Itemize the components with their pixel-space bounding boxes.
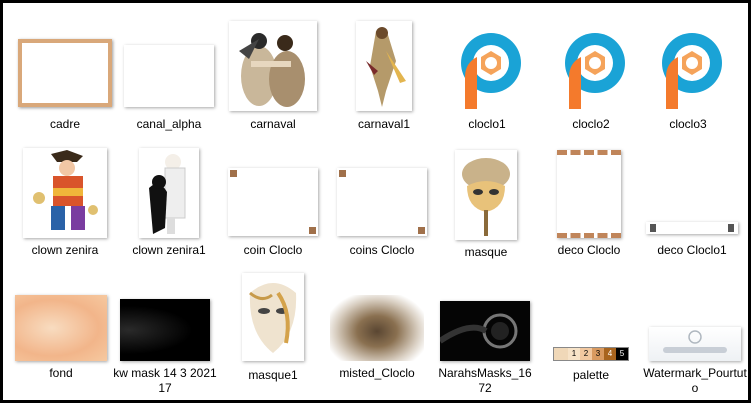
clown-cat-thumbnail [139,148,199,238]
file-thumbnail [643,271,747,361]
palette-picker-icon [554,348,568,360]
file-thumbnail [325,271,429,361]
file-thumbnail [13,17,117,111]
palette-swatch: 2 [580,348,592,360]
file-thumbnail [9,271,113,361]
mask-dark-thumbnail [120,299,210,361]
file-thumbnail [433,271,537,361]
palette-swatch: 3 [592,348,604,360]
file-thumbnail [221,144,325,238]
file-thumbnail [13,144,117,238]
file-name: cadre [49,117,81,131]
palette-swatch: 1 [568,348,580,360]
ornament-icon [728,224,734,232]
file-thumbnail [221,17,325,111]
app-logo-icon [662,33,722,109]
color-palette-strip: 1 2 3 4 5 [553,347,629,361]
file-browser-view: cadre canal_alpha carnaval carnaval1 clo… [3,3,748,400]
mask-image-thumbnail [242,273,304,361]
file-name: misted_Cloclo [339,366,415,380]
corner-ornament-icon [309,227,316,234]
file-name: palette [572,368,610,382]
file-thumbnail [434,144,538,240]
mask-image-thumbnail [455,150,517,240]
file-thumbnail [537,144,641,238]
corner-deco-thumbnail [337,168,427,236]
file-name: cloclo1 [468,117,506,131]
gradient-background-thumbnail [15,295,107,361]
file-thumbnail [636,17,740,111]
blank-thumbnail [124,45,214,107]
file-name: deco Cloclo [557,243,621,257]
file-thumbnail [117,144,221,238]
file-thumbnail [330,144,434,238]
file-name: fond [49,366,73,380]
file-name: Watermark_Pourtuto [643,366,747,395]
app-logo-icon [565,33,625,109]
frame-thumbnail [18,39,112,107]
file-name: NarahsMasks_1672 [438,366,532,395]
border-deco-thumbnail [557,150,621,238]
file-thumbnail [435,17,539,111]
carnival-figure-thumbnail [356,21,412,111]
file-thumbnail: 1 2 3 4 5 [539,271,643,361]
app-logo-icon [461,33,521,109]
file-name: canal_alpha [136,117,202,131]
file-name: kw mask 14 3 2021 17 [113,366,217,395]
palette-swatch: 5 [616,348,628,360]
misted-venice-thumbnail [330,295,424,361]
corner-ornament-icon [339,170,346,177]
file-name: clown zenira1 [132,243,206,257]
mask-dark-thumbnail [438,301,530,361]
corner-ornament-icon [418,227,425,234]
file-thumbnail [117,17,221,111]
file-name: cloclo3 [669,117,707,131]
file-name: deco Cloclo1 [657,243,727,257]
file-name: coin Cloclo [243,243,303,257]
watermark-thumbnail [649,327,741,361]
strip-deco-thumbnail [646,222,738,234]
carnival-image-thumbnail [229,21,317,111]
palette-swatch: 4 [604,348,616,360]
file-thumbnail [640,144,744,238]
file-thumbnail [332,17,436,111]
corner-deco-thumbnail [228,168,318,236]
corner-ornament-icon [230,170,237,177]
file-name: masque [464,245,508,259]
file-name: coins Cloclo [349,243,415,257]
file-thumbnail [113,271,217,361]
file-name: clown zenira [31,243,99,257]
file-thumbnail [539,17,643,111]
file-thumbnail [221,271,325,361]
ornament-icon [650,224,656,232]
clown-image-thumbnail [23,148,107,238]
file-name: masque1 [248,368,298,382]
file-name: carnaval [250,117,296,131]
file-name: carnaval1 [357,117,411,131]
